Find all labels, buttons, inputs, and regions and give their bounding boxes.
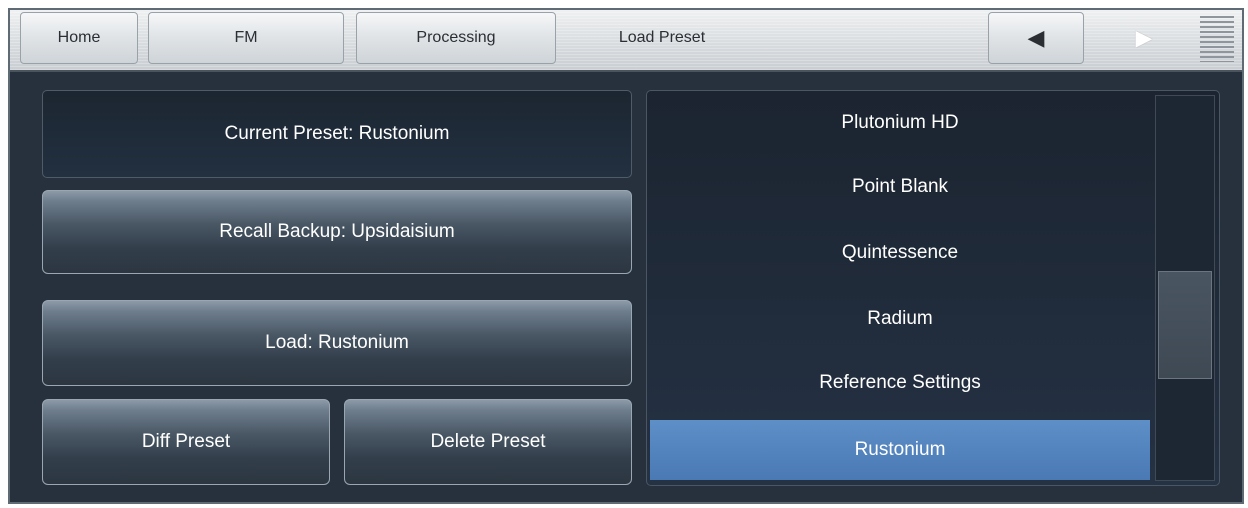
scrollbar[interactable]	[1155, 95, 1215, 481]
list-item[interactable]: Quintessence	[650, 223, 1150, 283]
list-item[interactable]: Reference Settings	[650, 353, 1150, 413]
list-item[interactable]: Plutonium HD	[650, 93, 1150, 153]
list-item[interactable]: Radium	[650, 289, 1150, 349]
list-item-selected[interactable]: Rustonium	[650, 420, 1150, 480]
left-triangle-icon: ◀	[1027, 25, 1045, 50]
load-button[interactable]: Load: Rustonium	[42, 300, 632, 386]
diff-preset-button[interactable]: Diff Preset	[42, 399, 330, 485]
prev-button[interactable]: ◀	[988, 12, 1084, 64]
page-title: Load Preset	[618, 29, 706, 46]
top-nav-bar: Home FM Processing Load Preset ◀ ▶	[10, 10, 1242, 72]
menu-lines-icon[interactable]	[1200, 16, 1234, 62]
current-preset-display: Current Preset: Rustonium	[42, 90, 632, 178]
tab-home[interactable]: Home	[20, 12, 138, 64]
app-window: Home FM Processing Load Preset ◀ ▶ Curre…	[8, 8, 1244, 504]
preset-list: Plutonium HD Point Blank Quintessence Ra…	[646, 90, 1220, 486]
recall-backup-button[interactable]: Recall Backup: Upsidaisium	[42, 190, 632, 274]
right-triangle-icon: ▶	[1135, 25, 1153, 50]
tab-processing[interactable]: Processing	[356, 12, 556, 64]
scrollbar-thumb[interactable]	[1158, 271, 1212, 379]
next-button[interactable]: ▶	[1096, 12, 1192, 64]
tab-fm[interactable]: FM	[148, 12, 344, 64]
list-item[interactable]: Point Blank	[650, 157, 1150, 217]
delete-preset-button[interactable]: Delete Preset	[344, 399, 632, 485]
